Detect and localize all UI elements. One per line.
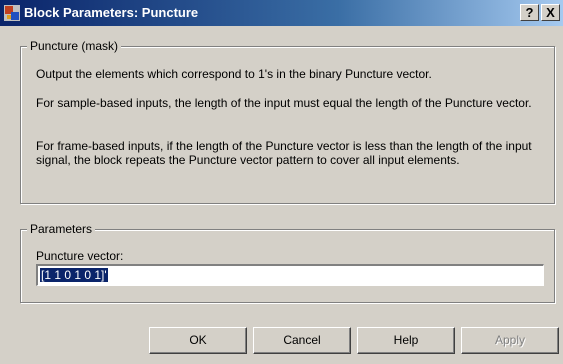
simulink-block-icon: [4, 5, 20, 21]
puncture-vector-input[interactable]: [1 1 0 1 0 1]': [36, 264, 544, 286]
puncture-vector-label: Puncture vector:: [36, 249, 124, 263]
parameters-legend: Parameters: [27, 222, 96, 236]
window-title: Block Parameters: Puncture: [24, 5, 199, 20]
puncture-vector-value: [1 1 0 1 0 1]': [40, 268, 108, 282]
block-parameters-dialog: Block Parameters: Puncture ? X Puncture …: [0, 0, 563, 364]
help-button[interactable]: Help: [357, 327, 455, 354]
apply-button[interactable]: Apply: [461, 327, 559, 354]
close-button[interactable]: X: [541, 4, 560, 21]
title-bar[interactable]: Block Parameters: Puncture ? X: [0, 0, 563, 26]
ok-button[interactable]: OK: [149, 327, 247, 354]
description-line-1: Output the elements which correspond to …: [36, 67, 432, 81]
description-line-2: For sample-based inputs, the length of t…: [36, 96, 532, 110]
help-question-button[interactable]: ?: [520, 4, 539, 21]
cancel-button[interactable]: Cancel: [253, 327, 351, 354]
mask-legend: Puncture (mask): [27, 39, 122, 53]
description-line-3: For frame-based inputs, if the length of…: [36, 139, 532, 167]
